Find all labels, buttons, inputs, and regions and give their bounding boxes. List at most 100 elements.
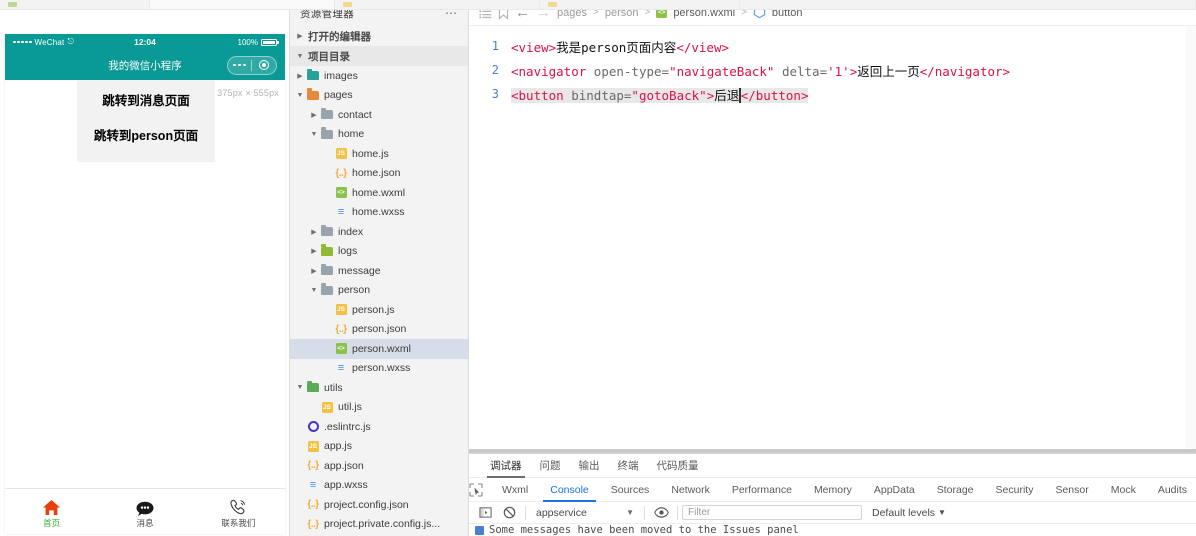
folder-icon	[320, 107, 334, 120]
chevron-down-icon[interactable]: ▼	[308, 131, 320, 138]
devtool-tab-mock[interactable]: Mock	[1100, 478, 1147, 502]
clear-console-icon[interactable]	[497, 502, 521, 524]
devtool-tab-console[interactable]: Console	[539, 478, 600, 502]
console-filter-input[interactable]: Filter	[682, 505, 862, 520]
folder-icon	[320, 263, 334, 276]
devtool-tab-performance[interactable]: Performance	[721, 478, 803, 502]
panel-tab-4[interactable]: 代码质量	[648, 454, 708, 478]
tabbar-item-contact[interactable]: 联系我们	[192, 496, 285, 528]
navigator-link-message[interactable]: 跳转到消息页面	[77, 90, 215, 113]
tree-file-.eslintrc.js[interactable]: .eslintrc.js	[290, 417, 468, 437]
code-line[interactable]: 3 <button bindtap="gotoBack">后退 </button>	[469, 82, 1196, 106]
editor-tab[interactable]	[150, 0, 335, 9]
console-context-select[interactable]: appservice ▼	[530, 507, 640, 519]
tree-file-person.json[interactable]: {..} person.json	[290, 320, 468, 340]
tree-file-home.js[interactable]: JS home.js	[290, 144, 468, 164]
tree-folder-person[interactable]: ▼ person	[290, 281, 468, 301]
chevron-right-icon[interactable]: ▶	[308, 111, 320, 119]
panel-tab-0[interactable]: 调试器	[481, 454, 531, 478]
editor-tab[interactable]	[335, 0, 540, 9]
editor-tab-strip	[0, 0, 1196, 10]
eye-icon[interactable]	[649, 502, 673, 524]
editor-tab[interactable]	[0, 0, 150, 9]
tree-file-person.wxml[interactable]: <> person.wxml	[290, 339, 468, 359]
devtool-tab-storage[interactable]: Storage	[926, 478, 985, 502]
devtool-tab-memory[interactable]: Memory	[803, 478, 863, 502]
panel-tab-2[interactable]: 输出	[570, 454, 609, 478]
code-line[interactable]: 2 <navigator open-type="navigateBack" del…	[469, 58, 1196, 82]
console-message-text: Some messages have been moved to the Iss…	[489, 524, 799, 536]
tabbar-item-message[interactable]: 消息	[98, 496, 191, 528]
more-dots-icon[interactable]	[228, 63, 251, 67]
tree-file-home.wxss[interactable]: ≡ home.wxss	[290, 203, 468, 223]
code-line[interactable]: 1 <view>我是person页面内容</view>	[469, 34, 1196, 58]
tree-folder-logs[interactable]: ▶ logs	[290, 242, 468, 262]
chevron-down-icon[interactable]: ▼	[294, 92, 306, 99]
status-battery-group: 100%	[238, 38, 279, 47]
chevron-down-icon[interactable]: ▼	[294, 384, 306, 391]
wxml-file-icon: <>	[335, 187, 347, 199]
code-token: </button>	[740, 87, 809, 103]
tree-file-app.js[interactable]: JS app.js	[290, 437, 468, 457]
section-project-dir[interactable]: ▼ 项目目录	[290, 46, 468, 66]
panel-tab-3[interactable]: 终端	[609, 454, 648, 478]
tree-item-label: utils	[324, 381, 343, 394]
chevron-right-icon[interactable]: ▶	[308, 228, 320, 236]
tree-file-project.private.config.js...[interactable]: {..} project.private.config.js...	[290, 515, 468, 535]
console-sidebar-icon[interactable]	[473, 502, 497, 524]
chevron-down-icon[interactable]: ▼	[308, 287, 320, 294]
navigator-link-person[interactable]: 跳转到person页面	[77, 125, 215, 148]
code-line-text: <navigator open-type="navigateBack" delt…	[511, 61, 1010, 80]
devtool-tab-sources[interactable]: Sources	[600, 478, 661, 502]
tree-file-app.json[interactable]: {..} app.json	[290, 456, 468, 476]
tree-folder-utils[interactable]: ▼ utils	[290, 378, 468, 398]
target-circle-icon[interactable]	[252, 60, 276, 70]
console-levels-select[interactable]: Default levels ▼	[872, 507, 946, 519]
tree-folder-contact[interactable]: ▶ contact	[290, 105, 468, 125]
devtool-tab-network[interactable]: Network	[660, 478, 721, 502]
devtool-tab-audits[interactable]: Audits	[1147, 478, 1196, 502]
tree-folder-index[interactable]: ▶ index	[290, 222, 468, 242]
tree-file-home.json[interactable]: {..} home.json	[290, 164, 468, 184]
tree-file-project.config.json[interactable]: {..} project.config.json	[290, 495, 468, 515]
editor-tab[interactable]	[540, 0, 740, 9]
tree-folder-pages[interactable]: ▼ pages	[290, 86, 468, 106]
devtool-tab-appdata[interactable]: AppData	[863, 478, 926, 502]
tree-file-person.js[interactable]: JS person.js	[290, 300, 468, 320]
js-file-icon: JS	[321, 401, 333, 413]
tree-file-person.wxss[interactable]: ≡ person.wxss	[290, 359, 468, 379]
chevron-right-icon[interactable]: ▶	[308, 247, 320, 255]
inspect-element-icon[interactable]	[469, 482, 483, 497]
json-file-icon: {..}	[307, 518, 319, 530]
wechat-capsule-button[interactable]	[227, 55, 277, 75]
devtool-tab-sensor[interactable]: Sensor	[1044, 478, 1099, 502]
tree-item-label: person	[338, 284, 371, 297]
tabbar-item-home[interactable]: 首页	[5, 496, 98, 528]
tree-folder-images[interactable]: ▶ images	[290, 66, 468, 86]
code-token: open-type=	[586, 63, 670, 79]
chevron-right-icon[interactable]: ▶	[294, 72, 306, 80]
editor-tab[interactable]	[740, 0, 1196, 9]
line-number: 1	[491, 39, 499, 53]
tree-folder-message[interactable]: ▶ message	[290, 261, 468, 281]
tree-item-label: home.json	[352, 167, 401, 180]
editor-vertical-scrollbar[interactable]	[1186, 26, 1196, 449]
tree-file-util.js[interactable]: JS util.js	[290, 398, 468, 418]
tree-file-home.wxml[interactable]: <> home.wxml	[290, 183, 468, 203]
ellipsis-icon[interactable]: ⋯	[445, 7, 458, 19]
chevron-right-icon[interactable]: ▶	[308, 267, 320, 275]
wxml-file-icon	[8, 1, 17, 7]
section-open-editors[interactable]: ▶ 打开的编辑器	[290, 26, 468, 46]
panel-tab-1[interactable]: 问题	[531, 454, 570, 478]
tree-file-app.wxss[interactable]: ≡ app.wxss	[290, 476, 468, 496]
devtool-tab-security[interactable]: Security	[985, 478, 1045, 502]
phone-status-bar: WeChat ⎋ 12:04 100%	[5, 34, 285, 50]
devtool-tab-wxml[interactable]: Wxml	[491, 478, 539, 502]
tree-item-label: contact	[338, 108, 372, 121]
chevron-down-icon: ▼	[938, 508, 946, 517]
code-editor[interactable]: 1 <view>我是person页面内容</view> 2 <navigator op…	[469, 26, 1196, 449]
tree-folder-home[interactable]: ▼ home	[290, 125, 468, 145]
